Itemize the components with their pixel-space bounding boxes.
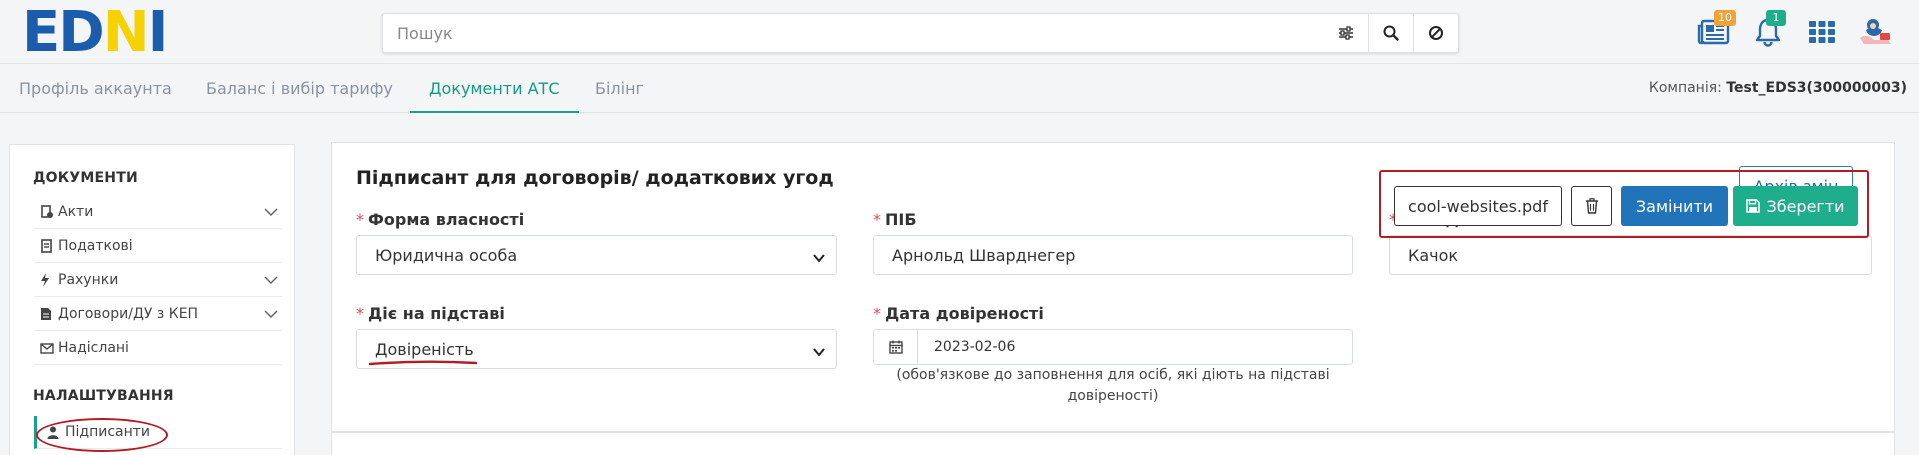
grid-icon — [1809, 21, 1835, 43]
attached-file-name[interactable]: cool-websites.pdf — [1394, 186, 1562, 226]
logo-part-i: I — [147, 0, 169, 65]
avatar[interactable] — [1856, 14, 1896, 50]
search-icon — [1383, 25, 1399, 41]
search-input[interactable] — [383, 14, 1323, 52]
delete-file-button[interactable] — [1571, 186, 1612, 226]
poa-date-value: 2023-02-06 — [934, 339, 1016, 355]
poa-date-hint-line-2: довіреності) — [1067, 388, 1159, 404]
poa-date-field[interactable]: 2023-02-06 — [873, 329, 1353, 365]
position-field[interactable]: Качок — [1389, 235, 1872, 275]
sidebar-item-label: Податкові — [58, 238, 133, 254]
documents-heading: ДОКУМЕНТИ — [33, 170, 138, 186]
document-icon — [34, 307, 58, 321]
chevron-down-icon — [812, 343, 826, 362]
sidebar-item-acts[interactable]: Акти — [34, 196, 282, 229]
tab-billing[interactable]: Білінг — [576, 65, 663, 113]
clear-search-button[interactable] — [1413, 14, 1458, 52]
annotation-underline — [368, 360, 478, 366]
basis-label-text: Діє на підставі — [368, 304, 505, 323]
top-bar: ED N I Пошук 10 1 — [0, 0, 1919, 65]
sidebar-item-label: Договори/ДУ з КЕП — [58, 306, 199, 322]
sidebar-item-tax[interactable]: Податкові — [34, 230, 282, 263]
basis-value: Довіреність — [375, 339, 474, 359]
news-button[interactable]: 10 — [1694, 10, 1736, 50]
tab-balance-tariff[interactable]: Баланс і вибір тарифу — [187, 65, 412, 113]
save-button-label: Зберегти — [1766, 196, 1845, 216]
annotation-ellipse — [36, 418, 168, 452]
notifications-button[interactable]: 1 — [1748, 10, 1788, 50]
notifications-badge: 1 — [1766, 10, 1786, 26]
file-check-icon — [34, 205, 58, 219]
trash-icon — [1585, 198, 1598, 214]
company-label: Компанія: — [1648, 80, 1722, 96]
sidebar-item-sent[interactable]: Надіслані — [34, 332, 282, 365]
search-bar — [382, 13, 1459, 53]
poa-date-hint-line-1: (обов'язкове до заповнення для осіб, які… — [896, 367, 1330, 383]
floppy-disk-icon — [1746, 199, 1761, 213]
sidebar-item-label: Рахунки — [58, 272, 119, 288]
replace-file-button[interactable]: Замінити — [1621, 186, 1728, 226]
full-name-label: * ПІБ — [873, 210, 917, 229]
tab-account-profile[interactable]: Профіль аккаунта — [0, 65, 191, 113]
company-name: Test_EDS3(300000003) — [1726, 80, 1907, 96]
required-marker: * — [356, 304, 364, 323]
user-avatar-icon — [1860, 19, 1891, 44]
sidebar-item-contracts[interactable]: Договори/ДУ з КЕП — [34, 298, 282, 331]
sliders-icon — [1338, 26, 1353, 40]
required-marker: * — [356, 210, 364, 229]
bolt-icon — [34, 273, 58, 287]
sidebar-item-label: Акти — [58, 204, 94, 220]
chevron-down-icon — [264, 205, 278, 221]
sidebar-item-label: Надіслані — [58, 340, 129, 356]
filter-button[interactable] — [1323, 14, 1368, 52]
sidebar: ДОКУМЕНТИ Акти Податкові Рахунки Договор… — [9, 144, 295, 455]
envelope-icon — [34, 342, 58, 354]
poa-date-label: * Дата довіреності — [873, 304, 1044, 323]
logo-part-ed: ED — [22, 0, 105, 65]
settings-heading: НАЛАШТУВАННЯ — [33, 388, 174, 404]
next-card — [331, 432, 1895, 455]
tab-ats-documents[interactable]: Документи АТС — [410, 65, 579, 113]
file-actions-group: cool-websites.pdf Замінити Зберегти — [1379, 170, 1869, 238]
ban-icon — [1429, 26, 1443, 40]
full-name-value: Арнольд Шварднегер — [892, 245, 1076, 265]
tabs-bar: Профіль аккаунта Баланс і вибір тарифу Д… — [0, 65, 1919, 113]
save-button[interactable]: Зберегти — [1733, 186, 1858, 226]
full-name-label-text: ПІБ — [885, 210, 917, 229]
tax-doc-icon — [34, 239, 58, 253]
apps-menu-button[interactable] — [1802, 14, 1842, 50]
sidebar-item-invoices[interactable]: Рахунки — [34, 264, 282, 297]
ownership-label-text: Форма власності — [368, 210, 525, 229]
chevron-down-icon — [264, 273, 278, 289]
position-value: Качок — [1408, 245, 1459, 265]
news-badge: 10 — [1714, 10, 1736, 26]
edin-logo[interactable]: ED N I — [22, 0, 168, 65]
logo-part-n: N — [102, 0, 150, 65]
full-name-field[interactable]: Арнольд Шварднегер — [873, 235, 1353, 275]
ownership-label: * Форма власності — [356, 210, 524, 229]
ownership-select[interactable]: Юридична особа — [356, 235, 837, 275]
chevron-down-icon — [264, 307, 278, 323]
basis-label: * Діє на підставі — [356, 304, 505, 323]
required-marker: * — [873, 304, 881, 323]
required-marker: * — [873, 210, 881, 229]
calendar-icon[interactable] — [874, 330, 918, 364]
chevron-down-icon — [812, 249, 826, 268]
page-title: Підписант для договорів/ додаткових угод — [356, 167, 834, 189]
poa-date-hint: (обов'язкове до заповнення для осіб, які… — [873, 365, 1353, 407]
ownership-value: Юридична особа — [375, 245, 518, 265]
company-info: Компанія: Test_EDS3(300000003) — [1649, 80, 1907, 96]
search-button[interactable] — [1368, 14, 1413, 52]
poa-date-label-text: Дата довіреності — [885, 304, 1044, 323]
